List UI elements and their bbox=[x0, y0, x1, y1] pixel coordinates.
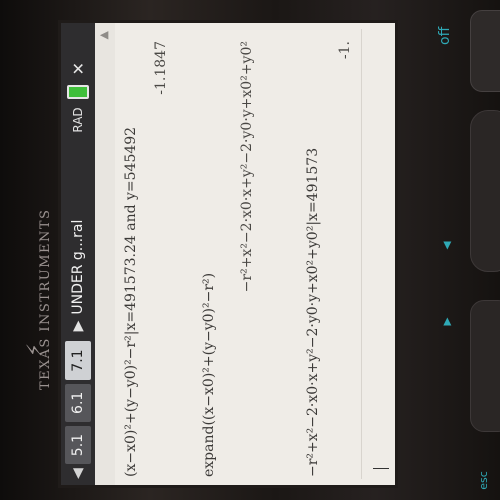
arrow-left-icon: ◂ bbox=[436, 241, 456, 250]
arrow-right-icon: ▸ bbox=[436, 317, 456, 326]
document-toolbar: ◀ 5.1 6.1 7.1 ▶ UNDER g...ral RAD ✕ bbox=[61, 23, 95, 485]
tab-6-1[interactable]: 6.1 bbox=[65, 383, 91, 422]
nav-key-up[interactable] bbox=[470, 110, 500, 272]
scroll-strip bbox=[95, 23, 115, 485]
tab-5-1[interactable]: 5.1 bbox=[65, 425, 91, 465]
brand-label: TEXAS INSTRUMENTS bbox=[38, 208, 53, 390]
history-result-2[interactable]: −r²+x²−2·x0·x+y²−2·y0·y+x0²+y0² bbox=[239, 41, 255, 292]
document-arrow-icon: ▶ bbox=[70, 320, 86, 332]
nav-key-down[interactable] bbox=[470, 300, 500, 432]
history-input-3[interactable]: −r²+x²−2·x0·x+y²−2·y0·y+x0²+y0²|x=491573 bbox=[305, 148, 321, 477]
history-input-1[interactable]: (x−x0)²+(y−y0)²−r²|x=491573.24 and y=545… bbox=[123, 127, 139, 477]
document-title: UNDER g...ral bbox=[70, 219, 86, 315]
scroll-up-icon[interactable]: ▲ bbox=[97, 31, 110, 39]
tab-scroll-left-icon[interactable]: ◀ bbox=[70, 468, 86, 479]
entry-divider bbox=[361, 29, 362, 479]
close-icon[interactable]: ✕ bbox=[69, 62, 88, 75]
esc-label: esc bbox=[476, 471, 490, 490]
calculator-screen: ◀ 5.1 6.1 7.1 ▶ UNDER g...ral RAD ✕ ▲ (x… bbox=[58, 20, 398, 488]
battery-icon bbox=[67, 85, 89, 100]
angle-mode: RAD bbox=[71, 107, 85, 133]
off-label: off bbox=[437, 26, 453, 45]
tab-7-1[interactable]: 7.1 bbox=[65, 341, 91, 380]
history-input-2[interactable]: expand((x−x0)²+(y−y0)²−r²) bbox=[201, 273, 217, 477]
history-result-1[interactable]: -1.1847 bbox=[153, 41, 169, 95]
entry-cursor[interactable] bbox=[373, 468, 389, 469]
calculator-screen-wrapper: ◀ 5.1 6.1 7.1 ▶ UNDER g...ral RAD ✕ ▲ (x… bbox=[58, 20, 398, 488]
off-key[interactable] bbox=[470, 10, 500, 92]
history-result-3[interactable]: -1. bbox=[337, 41, 353, 59]
